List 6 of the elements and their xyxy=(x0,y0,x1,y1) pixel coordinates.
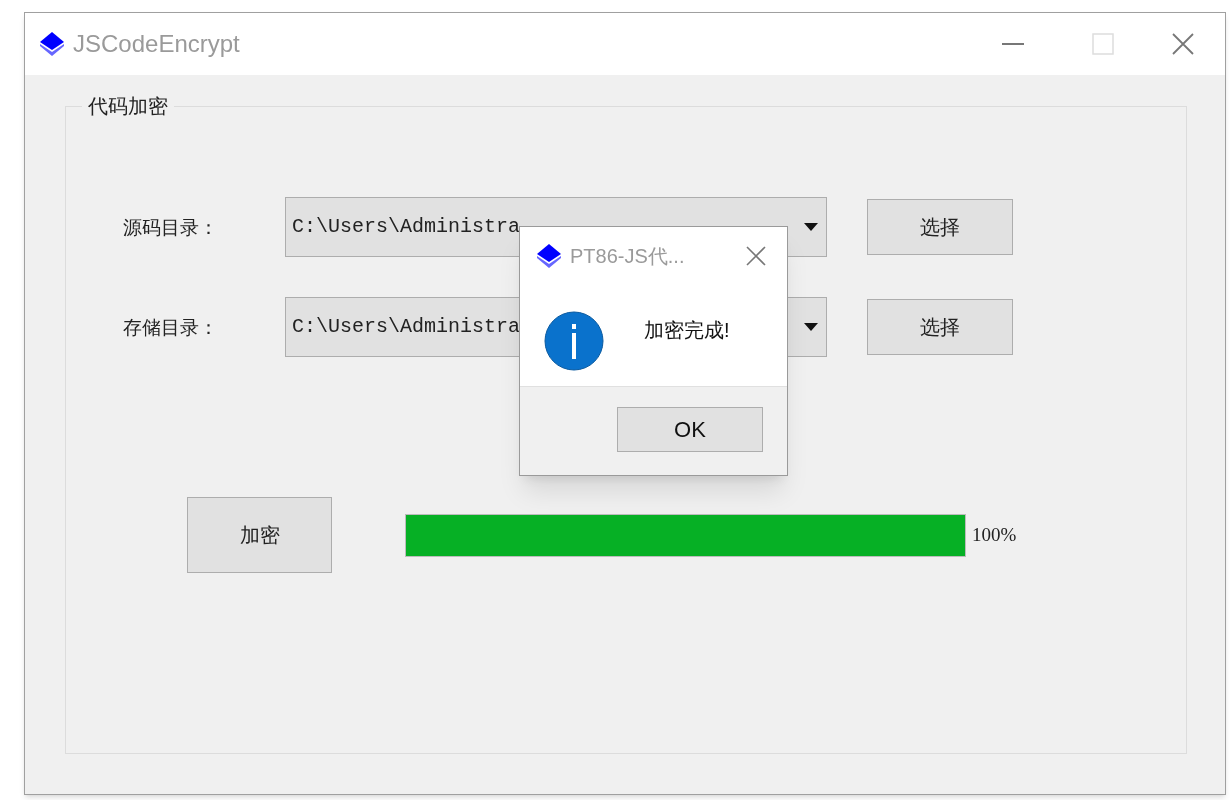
window-title: JSCodeEncrypt xyxy=(73,29,240,59)
field-label: 存储目录： xyxy=(123,314,219,340)
dialog-message: 加密完成! xyxy=(644,318,730,343)
progress-reading: 100% xyxy=(972,522,1017,547)
dialog-title: PT86-JS代... xyxy=(570,244,685,269)
field-label: 源码目录： xyxy=(123,214,219,240)
